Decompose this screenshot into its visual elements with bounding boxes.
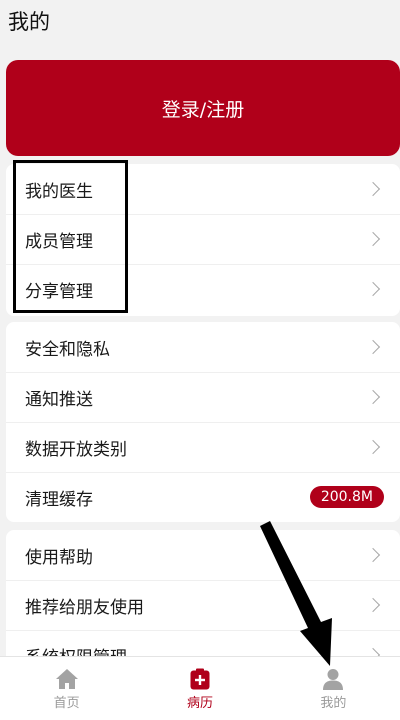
menu-item-label: 成员管理 [25,231,93,252]
chevron-right-icon [365,439,381,455]
person-icon [323,669,344,690]
menu-item-my-doctor[interactable]: 我的医生 [6,164,400,214]
menu-item-label: 数据开放类别 [25,439,127,460]
nav-tab-mine[interactable]: 我的 [267,657,400,720]
chevron-right-icon [365,547,381,563]
nav-tab-label: 首页 [53,696,80,711]
home-icon [55,669,78,689]
menu-item-label: 通知推送 [25,389,93,410]
page-title: 我的 [8,10,50,34]
login-register-button[interactable]: 登录/注册 [6,60,400,156]
menu-item-label: 推荐给朋友使用 [25,597,144,618]
menu-item-label: 我的医生 [25,181,93,202]
nav-tab-label: 病历 [186,696,213,711]
medical-record-icon [190,668,210,690]
nav-tab-label: 我的 [320,696,347,711]
menu-item-security-privacy[interactable]: 安全和隐私 [6,322,400,372]
chevron-right-icon [365,339,381,355]
cache-size-badge: 200.8M [309,486,384,508]
menu-item-notifications[interactable]: 通知推送 [6,372,400,422]
menu-item-share-management[interactable]: 分享管理 [6,264,400,314]
bottom-nav: 首页 病历 我的 [0,656,400,720]
settings-group-3: 使用帮助 推荐给朋友使用 系统权限管理 [6,530,400,660]
menu-item-member-management[interactable]: 成员管理 [6,214,400,264]
menu-item-label: 使用帮助 [25,547,93,568]
nav-tab-medical-record[interactable]: 病历 [133,657,266,720]
menu-item-label: 分享管理 [25,281,93,302]
menu-item-help[interactable]: 使用帮助 [6,530,400,580]
settings-group-1: 我的医生 成员管理 分享管理 [6,164,400,316]
nav-tab-home[interactable]: 首页 [0,657,133,720]
chevron-right-icon [365,181,381,197]
menu-item-recommend-friends[interactable]: 推荐给朋友使用 [6,580,400,630]
chevron-right-icon [365,597,381,613]
menu-item-clear-cache[interactable]: 清理缓存 200.8M [6,472,400,522]
menu-item-data-open-categories[interactable]: 数据开放类别 [6,422,400,472]
chevron-right-icon [365,231,381,247]
settings-group-2: 安全和隐私 通知推送 数据开放类别 清理缓存 200.8M [6,322,400,522]
chevron-right-icon [365,389,381,405]
menu-item-label: 清理缓存 [25,489,93,510]
menu-item-label: 安全和隐私 [25,339,110,360]
chevron-right-icon [365,281,381,297]
